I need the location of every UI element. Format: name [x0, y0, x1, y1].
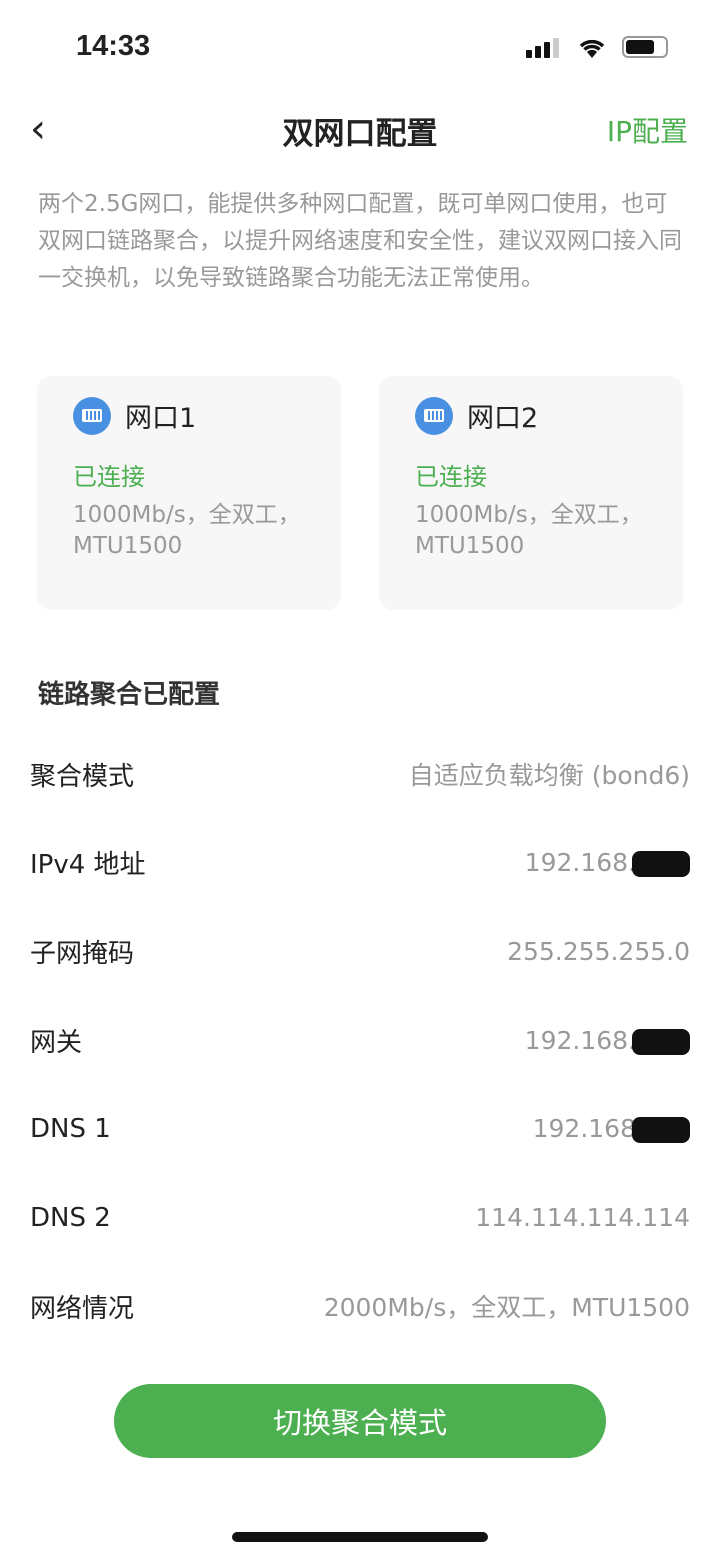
row-label: DNS 1	[30, 1113, 111, 1144]
info-row: 网关 192.168.	[30, 1020, 690, 1060]
row-label: 网络情况	[30, 1293, 135, 1324]
info-row: 网络情况 2000Mb/s，全双工，MTU1500	[30, 1286, 690, 1326]
row-value: 192.168.	[525, 1026, 690, 1055]
cellular-signal-icon	[526, 38, 559, 58]
port-card-2: 网口2 已连接 1000Mb/s，全双工，MTU1500	[379, 376, 683, 610]
row-label: IPv4 地址	[30, 850, 146, 881]
row-value-text: 2000Mb/s，全双工，MTU1500	[323, 1293, 690, 1323]
row-label: 网关	[30, 1027, 83, 1058]
row-value-text: 114.114.114.114	[475, 1203, 690, 1232]
row-value-text: 192.168.	[524, 1025, 636, 1055]
info-row: IPv4 地址 192.168.	[30, 843, 690, 883]
port-status: 已连接	[415, 463, 487, 491]
row-label: DNS 2	[30, 1202, 111, 1233]
row-label: 子网掩码	[30, 938, 135, 969]
row-value-text: 192.168	[532, 1114, 636, 1144]
info-row: 聚合模式 自适应负载均衡 (bond6)	[30, 754, 690, 794]
description: 两个2.5G网口，能提供多种网口配置，既可单网口使用，也可双网口链路聚合，以提升…	[38, 191, 682, 291]
redaction-mark	[632, 851, 690, 878]
row-value-text: 192.168.	[524, 848, 636, 878]
row-value: 192.168	[532, 1114, 690, 1144]
row-label: 聚合模式	[30, 761, 135, 792]
port-name: 网口1	[125, 403, 197, 434]
redaction-mark	[632, 1028, 690, 1055]
redaction-mark	[632, 1117, 690, 1144]
row-value-text: 255.255.255.0	[507, 936, 690, 966]
port-card-1: 网口1 已连接 1000Mb/s，全双工，MTU1500	[37, 376, 341, 610]
port-info: 1000Mb/s，全双工，MTU1500	[415, 502, 643, 559]
port-status: 已连接	[73, 463, 145, 491]
row-value: 255.255.255.0	[507, 937, 690, 966]
row-value: 192.168.	[524, 848, 690, 878]
battery-icon	[622, 36, 668, 58]
row-value: 2000Mb/s，全双工，MTU1500	[324, 1288, 690, 1324]
row-value: 自适应负载均衡 (bond6)	[409, 756, 690, 792]
port-name: 网口2	[467, 403, 539, 434]
row-value-text: 自适应负载均衡 (bond6)	[408, 761, 690, 790]
home-indicator[interactable]	[232, 1532, 488, 1542]
info-row: DNS 1 192.168	[30, 1109, 690, 1149]
row-value: 114.114.114.114	[475, 1203, 690, 1232]
info-row: DNS 2 114.114.114.114	[30, 1198, 690, 1238]
status-time: 14:33	[76, 30, 151, 62]
section-title: 链路聚合已配置	[38, 680, 221, 710]
info-row: 子网掩码 255.255.255.0	[30, 931, 690, 971]
wifi-icon	[579, 39, 605, 58]
ethernet-port-icon	[73, 396, 111, 435]
nav-bar: ‹ 双网口配置 IP配置	[0, 100, 720, 156]
ip-config-link[interactable]: IP配置	[607, 110, 688, 150]
switch-bond-mode-button[interactable]: 切换聚合模式	[114, 1384, 606, 1458]
ethernet-port-icon	[415, 396, 453, 435]
status-bar: 14:33	[0, 28, 720, 68]
port-info: 1000Mb/s，全双工，MTU1500	[73, 502, 301, 559]
